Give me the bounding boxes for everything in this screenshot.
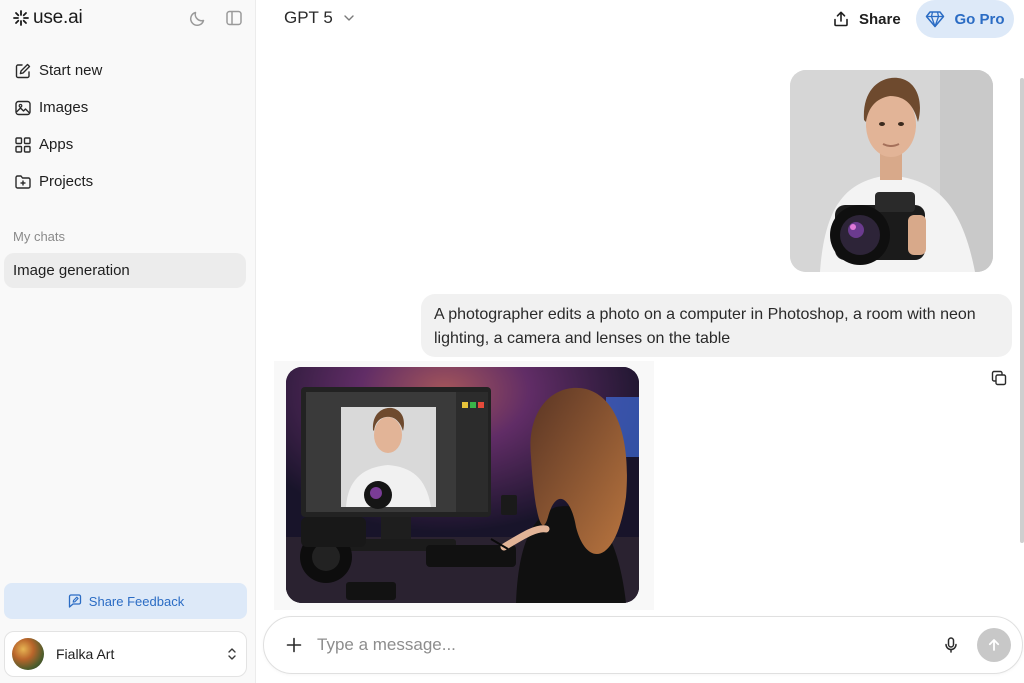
sidebar-item-label: Apps [39, 136, 74, 153]
chat-item-image-generation[interactable]: Image generation [4, 253, 246, 288]
message-composer [263, 616, 1023, 674]
attach-plus-icon[interactable] [284, 635, 304, 655]
sidebar-item-label: Projects [39, 173, 94, 190]
sidebar-item-images[interactable]: Images [0, 89, 255, 126]
arrow-up-icon [988, 639, 1000, 651]
sidebar-item-label: Images [39, 99, 89, 116]
generated-scene-illustration [286, 367, 639, 603]
sidebar-item-apps[interactable]: Apps [0, 126, 255, 163]
sidebar-item-start-new[interactable]: Start new [0, 52, 255, 89]
share-button[interactable]: Share [830, 4, 903, 34]
user-name: Fialka Art [56, 646, 115, 662]
app-window: use.ai Start new Images Apps Projects My… [0, 0, 1024, 683]
share-feedback-label: Share Feedback [88, 593, 185, 609]
sidebar-nav: Start new Images Apps Projects [0, 52, 255, 200]
go-pro-label: Go Pro [954, 10, 1005, 28]
grid-icon [15, 136, 31, 153]
logo[interactable]: use.ai [12, 7, 83, 29]
microphone-icon[interactable] [942, 636, 960, 654]
logo-text: use.ai [33, 7, 83, 28]
sparkle-logo-icon [13, 10, 29, 26]
uploaded-portrait-image[interactable] [790, 70, 993, 272]
edit-icon [15, 63, 31, 78]
share-feedback-button[interactable]: Share Feedback [4, 583, 247, 619]
user-message-bubble: A photographer edits a photo on a comput… [421, 294, 1012, 357]
diamond-icon [926, 11, 945, 28]
topbar: GPT 5 Share Go Pro [256, 0, 1024, 38]
chat-scrollbar[interactable] [1020, 78, 1024, 543]
avatar [12, 638, 44, 670]
share-icon [834, 11, 848, 27]
moon-icon[interactable] [189, 9, 207, 27]
model-name: GPT 5 [284, 8, 333, 27]
sidebar-header: use.ai [0, 0, 255, 36]
user-account-menu[interactable]: Fialka Art [4, 631, 247, 677]
portrait-illustration [790, 70, 993, 272]
sidebar-item-projects[interactable]: Projects [0, 163, 255, 200]
my-chats-heading: My chats [13, 229, 66, 244]
sidebar-toggle-icon[interactable] [225, 9, 243, 27]
go-pro-button[interactable]: Go Pro [916, 0, 1014, 38]
chat-main: GPT 5 Share Go Pro A photographer edits … [256, 0, 1024, 683]
feedback-icon [68, 594, 81, 608]
folder-plus-icon [15, 174, 31, 189]
chevron-up-down-icon [225, 646, 239, 662]
share-label: Share [859, 10, 901, 28]
chevron-down-icon [344, 15, 354, 21]
send-button[interactable] [977, 628, 1011, 662]
model-selector[interactable]: GPT 5 [284, 8, 355, 28]
image-icon [15, 100, 31, 115]
copy-icon[interactable] [990, 369, 1008, 387]
sidebar: use.ai Start new Images Apps Projects My… [0, 0, 256, 683]
sidebar-item-label: Start new [39, 62, 103, 79]
message-input[interactable] [317, 635, 942, 655]
generated-image[interactable] [286, 367, 639, 603]
